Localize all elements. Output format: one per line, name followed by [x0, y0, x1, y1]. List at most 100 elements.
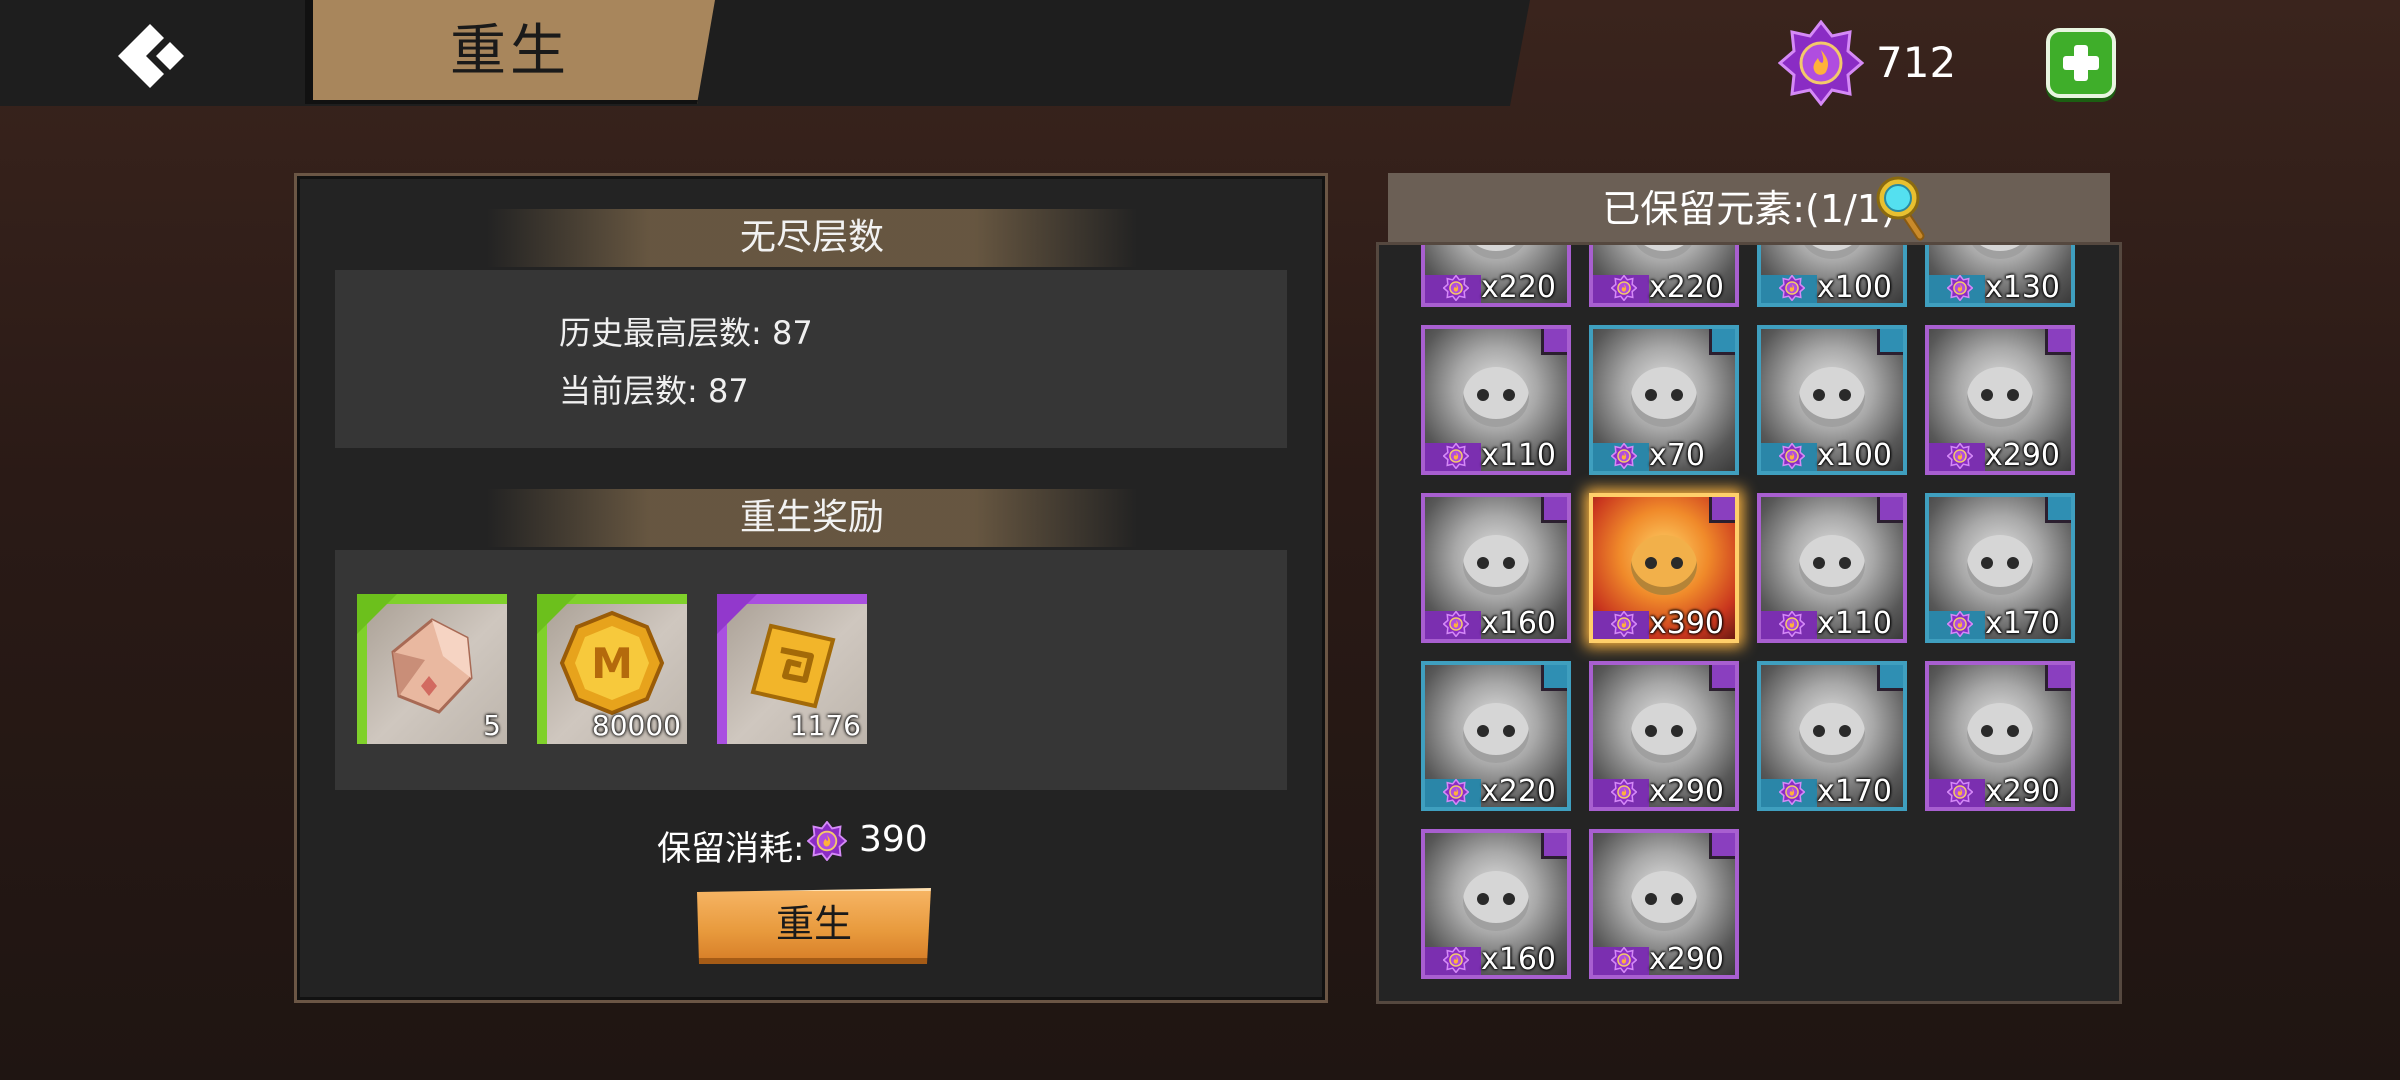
back-arrow-icon — [118, 24, 184, 88]
page-title: 重生 — [450, 19, 570, 84]
character-face — [1631, 367, 1697, 427]
cost-bar: x70 — [1593, 438, 1735, 473]
character-cost: x220 — [1649, 270, 1725, 305]
top-bar — [0, 0, 1530, 106]
back-button[interactable] — [110, 16, 190, 96]
retained-character-card-selected[interactable]: x390 — [1589, 493, 1739, 643]
retained-character-card[interactable]: x70 — [1589, 325, 1739, 475]
purple-gem-cost-icon — [1947, 275, 1973, 301]
character-cost: x110 — [1481, 438, 1557, 473]
tier-badge — [1877, 665, 1903, 691]
retained-character-card[interactable]: x290 — [1925, 325, 2075, 475]
endless-section-header: 无尽层数 — [487, 209, 1137, 267]
plus-icon-vertical — [2074, 45, 2088, 81]
retained-character-card[interactable]: x220 — [1421, 245, 1571, 307]
character-cost: x160 — [1481, 606, 1557, 641]
character-face — [1799, 367, 1865, 427]
character-face — [1631, 703, 1697, 763]
purple-gem-cost-icon — [1779, 443, 1805, 469]
gold-m-coin-icon: M — [559, 610, 665, 716]
purple-gem-cost-icon — [1611, 947, 1637, 973]
gold-rune-card-icon — [750, 623, 836, 709]
character-face — [1967, 367, 2033, 427]
retained-character-card[interactable]: x100 — [1757, 325, 1907, 475]
character-cost: x170 — [1817, 774, 1893, 809]
tier-badge — [1541, 833, 1567, 859]
purple-gem-cost-icon — [1443, 443, 1469, 469]
reward-section-header: 重生奖励 — [487, 489, 1137, 547]
retain-cost-label: 保留消耗: — [657, 829, 805, 869]
cost-bar: x290 — [1593, 774, 1735, 809]
retained-character-card[interactable]: x160 — [1421, 829, 1571, 979]
character-cost: x170 — [1985, 606, 2061, 641]
retained-character-card[interactable]: x170 — [1925, 493, 2075, 643]
character-face — [1463, 703, 1529, 763]
rebirth-panel: 无尽层数 历史最高层数: 87 当前层数: 87 重生奖励 5 M 80000 … — [294, 173, 1328, 1003]
purple-gem-cost-icon — [1443, 275, 1469, 301]
tier-badge — [2045, 329, 2071, 355]
purple-gem-cost-icon — [1611, 779, 1637, 805]
endless-title: 无尽层数 — [739, 217, 884, 258]
history-best-floor: 历史最高层数: 87 — [559, 314, 813, 352]
retained-title: 已保留元素:(1/1) — [1602, 187, 1896, 231]
retained-character-card[interactable]: x110 — [1421, 325, 1571, 475]
retain-cost-value: 390 — [859, 819, 928, 860]
character-face — [1799, 703, 1865, 763]
retained-header: 已保留元素:(1/1) — [1388, 173, 2110, 245]
character-face — [1463, 535, 1529, 595]
cost-bar: x390 — [1593, 606, 1735, 639]
reward-qty: 5 — [483, 709, 501, 742]
reward-item[interactable]: 5 — [357, 594, 507, 744]
cost-bar: x290 — [1593, 942, 1735, 977]
tier-badge — [1709, 833, 1735, 859]
retained-character-card[interactable]: x290 — [1589, 661, 1739, 811]
tier-badge — [2045, 665, 2071, 691]
retained-grid-panel: x220 x220 x100 x130 x110 x70 x100 x290 x160 x390 x… — [1376, 242, 2122, 1004]
retained-character-card[interactable]: x220 — [1421, 661, 1571, 811]
retained-character-card[interactable]: x170 — [1757, 661, 1907, 811]
character-cost: x290 — [1649, 774, 1725, 809]
purple-gem-cost-icon — [1947, 443, 1973, 469]
retained-character-card[interactable]: x130 — [1925, 245, 2075, 307]
character-cost: x160 — [1481, 942, 1557, 977]
add-currency-button[interactable] — [2046, 28, 2116, 98]
purple-gem-cost-icon — [1443, 779, 1469, 805]
cost-bar: x130 — [1929, 270, 2071, 303]
character-cost: x290 — [1649, 942, 1725, 977]
character-face — [1463, 871, 1529, 931]
purple-gem-cost-icon — [1779, 611, 1805, 637]
retained-character-card[interactable]: x220 — [1589, 245, 1739, 307]
purple-gem-currency-icon — [1778, 20, 1864, 106]
cost-bar: x220 — [1425, 774, 1567, 809]
character-cost: x100 — [1817, 270, 1893, 305]
cost-bar: x290 — [1929, 438, 2071, 471]
retained-grid[interactable]: x220 x220 x100 x130 x110 x70 x100 x290 x160 x390 x… — [1379, 245, 2119, 1001]
purple-gem-cost-icon — [1443, 611, 1469, 637]
retained-character-card[interactable]: x160 — [1421, 493, 1571, 643]
endless-info-box: 历史最高层数: 87 当前层数: 87 — [335, 270, 1287, 448]
tier-badge — [1541, 665, 1567, 691]
reward-title: 重生奖励 — [739, 497, 884, 538]
cost-bar: x160 — [1425, 606, 1567, 641]
character-cost: x220 — [1481, 774, 1557, 809]
purple-gem-cost-icon — [807, 821, 847, 861]
reward-item[interactable]: M 80000 — [537, 594, 687, 744]
cost-bar: x170 — [1761, 774, 1903, 809]
purple-gem-cost-icon — [1443, 947, 1469, 973]
character-cost: x220 — [1481, 270, 1557, 305]
retained-character-card[interactable]: x110 — [1757, 493, 1907, 643]
character-cost: x70 — [1649, 438, 1705, 473]
retained-character-card[interactable]: x100 — [1757, 245, 1907, 307]
character-face — [1631, 871, 1697, 931]
rebirth-button[interactable]: 重生 — [697, 888, 931, 964]
tier-badge — [1709, 329, 1735, 355]
magnifier-icon[interactable] — [1874, 174, 1930, 242]
character-face — [1967, 535, 2033, 595]
reward-qty: 80000 — [591, 709, 681, 742]
crystal-shard-icon — [391, 618, 473, 714]
retained-character-card[interactable]: x290 — [1925, 661, 2075, 811]
cost-bar: x100 — [1761, 270, 1903, 305]
character-cost: x110 — [1817, 606, 1893, 641]
reward-item[interactable]: 1176 — [717, 594, 867, 744]
retained-character-card[interactable]: x290 — [1589, 829, 1739, 979]
